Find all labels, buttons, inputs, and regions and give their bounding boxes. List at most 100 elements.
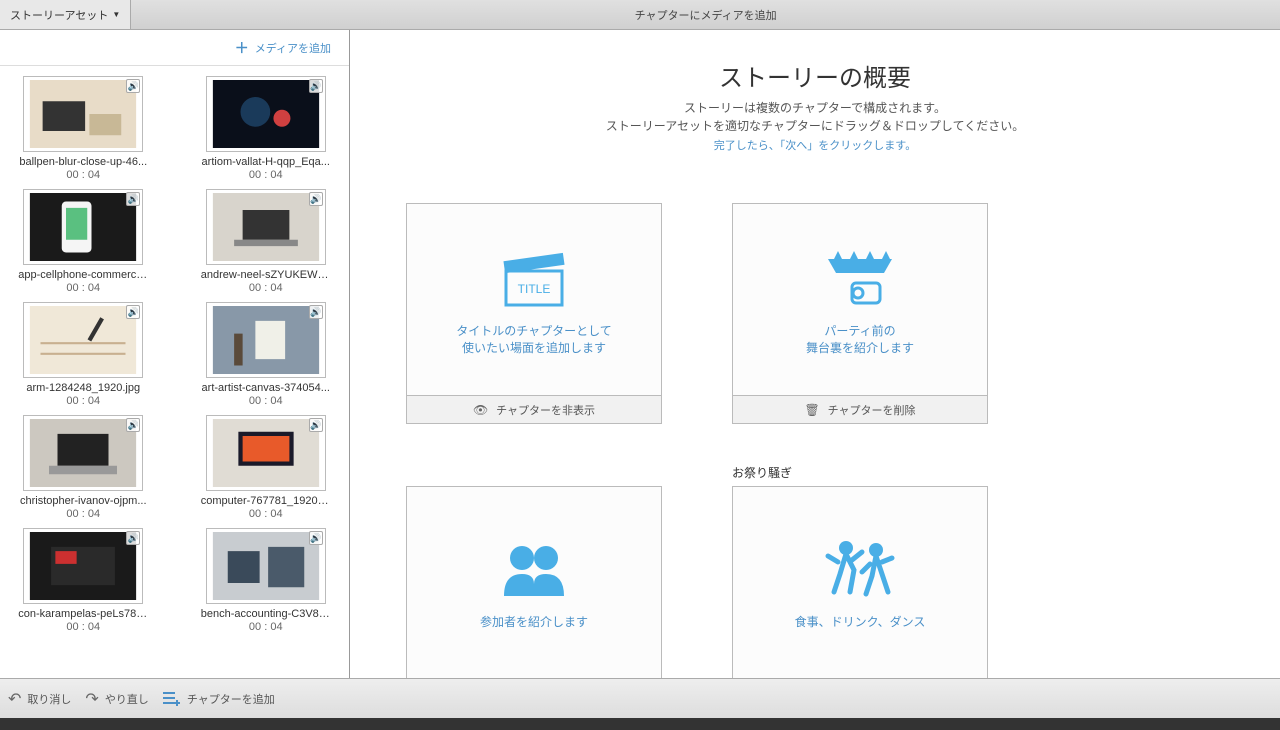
asset-item[interactable]: 🔊 con-karampelas-peLs78V...00 : 04 bbox=[12, 528, 155, 633]
asset-name: app-cellphone-commerce... bbox=[18, 269, 148, 281]
asset-name: artiom-vallat-H-qqp_Eqa... bbox=[202, 156, 330, 168]
chapter-text: 食事、ドリンク、ダンス bbox=[795, 614, 926, 631]
asset-duration: 00 : 04 bbox=[66, 395, 100, 407]
add-chapter-label: チャプターを追加 bbox=[187, 691, 275, 707]
redo-button[interactable]: ↷ やり直し bbox=[85, 689, 148, 709]
asset-item[interactable]: 🔊 artiom-vallat-H-qqp_Eqa...00 : 04 bbox=[195, 76, 338, 181]
undo-label: 取り消し bbox=[27, 691, 71, 707]
delete-chapter-button[interactable]: 🗑 チャプターを削除 bbox=[732, 396, 988, 424]
story-header: ストーリーの概要 ストーリーは複数のチャプターで構成されます。 ストーリーアセッ… bbox=[350, 58, 1280, 153]
asset-thumb: 🔊 bbox=[206, 189, 326, 265]
audio-icon: 🔊 bbox=[126, 192, 140, 206]
asset-name: computer-767781_1920.jpg bbox=[201, 495, 331, 507]
redo-icon: ↷ bbox=[85, 689, 98, 709]
sidebar: ＋ メディアを追加 🔊ballpen-blur-close-up-46...00… bbox=[0, 30, 350, 678]
plus-icon: ＋ bbox=[235, 38, 249, 58]
chapter-card[interactable]: パーティ前の舞台裏を紹介します bbox=[732, 203, 988, 396]
trash-icon: 🗑 bbox=[804, 403, 819, 417]
asset-thumb: 🔊 bbox=[23, 415, 143, 491]
main-area: ＋ メディアを追加 🔊ballpen-blur-close-up-46...00… bbox=[0, 30, 1280, 678]
asset-thumb: 🔊 bbox=[23, 76, 143, 152]
audio-icon: 🔊 bbox=[126, 531, 140, 545]
chapter-text: 参加者を紹介します bbox=[480, 614, 588, 631]
audio-icon: 🔊 bbox=[309, 192, 323, 206]
chapter-icon bbox=[494, 534, 574, 604]
chapter-icon bbox=[820, 534, 900, 604]
asset-name: art-artist-canvas-374054... bbox=[202, 382, 330, 394]
audio-icon: 🔊 bbox=[309, 531, 323, 545]
svg-text:TITLE: TITLE bbox=[518, 282, 551, 296]
asset-item[interactable]: 🔊 ballpen-blur-close-up-46...00 : 04 bbox=[12, 76, 155, 181]
chapter-card[interactable]: 参加者を紹介します bbox=[406, 486, 662, 678]
audio-icon: 🔊 bbox=[126, 418, 140, 432]
story-title: ストーリーの概要 bbox=[350, 58, 1280, 93]
asset-duration: 00 : 04 bbox=[249, 169, 283, 181]
hide-chapter-label: チャプターを非表示 bbox=[496, 402, 595, 418]
add-media-button[interactable]: ＋ メディアを追加 bbox=[0, 30, 349, 66]
chapter-label bbox=[406, 181, 662, 199]
audio-icon: 🔊 bbox=[309, 418, 323, 432]
chapter-label bbox=[732, 181, 988, 199]
audio-icon: 🔊 bbox=[309, 79, 323, 93]
add-chapter-button-bottom[interactable]: チャプターを追加 bbox=[163, 691, 275, 707]
asset-thumb: 🔊 bbox=[23, 302, 143, 378]
chapter-icon: TITLE bbox=[494, 243, 574, 313]
asset-duration: 00 : 04 bbox=[66, 282, 100, 294]
asset-panel: 🔊ballpen-blur-close-up-46...00 : 04🔊arti… bbox=[0, 66, 349, 678]
tab-label: ストーリーアセット bbox=[10, 7, 108, 23]
asset-thumb: 🔊 bbox=[206, 302, 326, 378]
asset-name: bench-accounting-C3V88... bbox=[201, 608, 331, 620]
asset-name: christopher-ivanov-ojpm... bbox=[20, 495, 147, 507]
asset-item[interactable]: 🔊 app-cellphone-commerce...00 : 04 bbox=[12, 189, 155, 294]
redo-label: やり直し bbox=[105, 691, 149, 707]
asset-name: andrew-neel-sZYUKEWs... bbox=[201, 269, 331, 281]
asset-name: arm-1284248_1920.jpg bbox=[26, 382, 140, 394]
asset-thumb: 🔊 bbox=[206, 528, 326, 604]
asset-thumb: 🔊 bbox=[206, 415, 326, 491]
chapter-column: お祭り騒ぎ食事、ドリンク、ダンス🗑チャプターを削除 bbox=[732, 464, 988, 678]
asset-duration: 00 : 04 bbox=[66, 621, 100, 633]
story-sub2: ストーリーアセットを適切なチャプターにドラッグ＆ドロップしてください。 bbox=[350, 117, 1280, 135]
chapter-icon bbox=[820, 243, 900, 313]
asset-item[interactable]: 🔊andrew-neel-sZYUKEWs...00 : 04 bbox=[195, 189, 338, 294]
eye-icon: 👁 bbox=[473, 403, 488, 417]
asset-item[interactable]: 🔊 christopher-ivanov-ojpm...00 : 04 bbox=[12, 415, 155, 520]
asset-item[interactable]: 🔊art-artist-canvas-374054...00 : 04 bbox=[195, 302, 338, 407]
delete-chapter-label: チャプターを削除 bbox=[828, 402, 916, 418]
audio-icon: 🔊 bbox=[126, 305, 140, 319]
chevron-down-icon: ▼ bbox=[112, 10, 120, 19]
page-title: チャプターにメディアを追加 bbox=[131, 0, 1280, 29]
chapter-text: タイトルのチャプターとして使いたい場面を追加します bbox=[456, 323, 612, 357]
bottom-bar: ↶ 取り消し ↷ やり直し チャプターを追加 bbox=[0, 678, 1280, 718]
chapter-label bbox=[406, 464, 662, 482]
asset-item[interactable]: 🔊 arm-1284248_1920.jpg00 : 04 bbox=[12, 302, 155, 407]
chapter-card[interactable]: TITLE タイトルのチャプターとして使いたい場面を追加します bbox=[406, 203, 662, 396]
hide-chapter-button[interactable]: 👁 チャプターを非表示 bbox=[406, 396, 662, 424]
asset-thumb: 🔊 bbox=[206, 76, 326, 152]
story-sub1: ストーリーは複数のチャプターで構成されます。 bbox=[350, 99, 1280, 117]
asset-name: ballpen-blur-close-up-46... bbox=[19, 156, 147, 168]
asset-item[interactable]: 🔊 computer-767781_1920.jpg00 : 04 bbox=[195, 415, 338, 520]
chapter-card[interactable]: 食事、ドリンク、ダンス bbox=[732, 486, 988, 678]
asset-duration: 00 : 04 bbox=[249, 508, 283, 520]
asset-name: con-karampelas-peLs78V... bbox=[18, 608, 148, 620]
chapter-column: TITLE タイトルのチャプターとして使いたい場面を追加します 👁 チャプターを非表示 bbox=[406, 181, 662, 424]
asset-duration: 00 : 04 bbox=[66, 508, 100, 520]
audio-icon: 🔊 bbox=[126, 79, 140, 93]
add-chapter-icon bbox=[163, 691, 181, 707]
asset-thumb: 🔊 bbox=[23, 189, 143, 265]
chapter-column: 参加者を紹介します🗑チャプターを削除 bbox=[406, 464, 662, 678]
asset-duration: 00 : 04 bbox=[249, 621, 283, 633]
audio-icon: 🔊 bbox=[309, 305, 323, 319]
chapter-label: お祭り騒ぎ bbox=[732, 464, 988, 482]
undo-button[interactable]: ↶ 取り消し bbox=[8, 689, 71, 709]
top-bar: ストーリーアセット ▼ チャプターにメディアを追加 bbox=[0, 0, 1280, 30]
asset-thumb: 🔊 bbox=[23, 528, 143, 604]
story-assets-tab[interactable]: ストーリーアセット ▼ bbox=[0, 0, 131, 29]
asset-item[interactable]: 🔊 bench-accounting-C3V88...00 : 04 bbox=[195, 528, 338, 633]
chapter-text: パーティ前の舞台裏を紹介します bbox=[806, 323, 914, 357]
story-hint: 完了したら、「次へ」をクリックします。 bbox=[350, 137, 1280, 153]
undo-icon: ↶ bbox=[8, 689, 21, 709]
asset-duration: 00 : 04 bbox=[66, 169, 100, 181]
add-media-label: メディアを追加 bbox=[255, 40, 331, 56]
